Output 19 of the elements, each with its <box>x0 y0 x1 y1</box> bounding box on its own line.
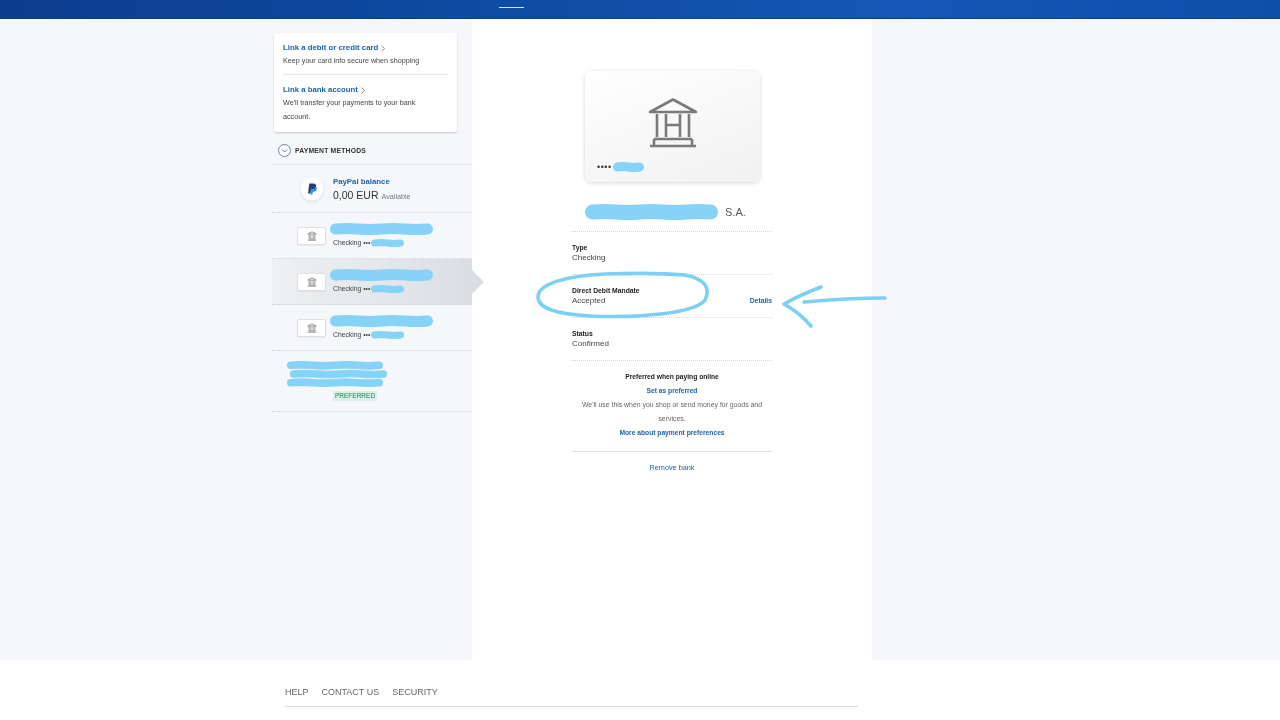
chevron-right-icon <box>381 44 386 52</box>
chevron-right-icon <box>360 86 365 94</box>
bank-icon <box>297 272 326 291</box>
field-value: Checking <box>572 252 606 263</box>
selection-pointer <box>472 269 484 294</box>
tab-underline <box>499 7 524 8</box>
account-number-mask: •••• <box>597 161 612 173</box>
footer-link[interactable]: CONTACT US <box>321 686 380 698</box>
footer-link[interactable]: HELP <box>285 686 309 698</box>
bank-name-suffix: S.A. <box>725 205 746 219</box>
field-value: Accepted <box>572 295 606 306</box>
chevron-down-circle-icon[interactable] <box>278 144 291 157</box>
bank-icon <box>297 226 326 245</box>
p-logo-icon <box>300 176 324 201</box>
field-value: Confirmed <box>572 338 609 349</box>
bank-icon <box>297 318 326 337</box>
bank-icon <box>646 97 699 149</box>
footer-link[interactable]: SECURITY <box>392 686 438 698</box>
balance-amount: 0,00 EUR <box>333 187 379 202</box>
